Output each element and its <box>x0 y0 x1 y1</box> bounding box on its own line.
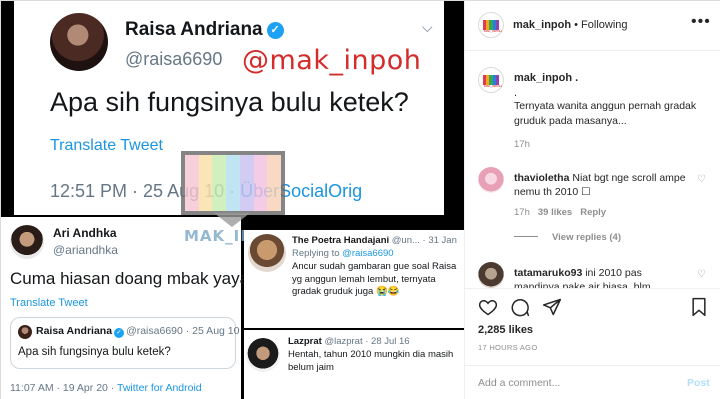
post-actions: 2,285 likes 17 HOURS AGO <box>465 288 720 358</box>
tweet-header: The Poetra Handajani @un... · 31 Jan <box>292 235 457 246</box>
translate-tweet-link: Translate Tweet <box>50 137 163 154</box>
reply-button[interactable]: Reply <box>580 207 606 218</box>
following-button[interactable]: Following <box>581 19 627 31</box>
avatar <box>50 13 108 71</box>
more-options-icon[interactable]: ••• <box>691 13 711 31</box>
tweet-header: Lazprat @lazprat · 28 Jul 16 <box>288 336 410 347</box>
caption-text: Ternyata wanita anggun pernah gradak gru… <box>514 100 697 127</box>
tweet-author-name: Raisa Andriana ✓ <box>125 19 284 41</box>
tweet-text: Apa sih fungsinya bulu ketek? <box>50 87 409 117</box>
tweet-text: Ancur sudah gambaran gue soal Raisa yg a… <box>292 261 457 297</box>
comment-likes[interactable]: 39 likes <box>538 207 572 218</box>
verified-icon: ✓ <box>266 22 284 39</box>
logo-stripe <box>253 155 268 211</box>
tweet-author-name: Ari Andhka <box>53 226 117 240</box>
post-timestamp[interactable]: 17 HOURS AGO <box>478 343 537 352</box>
comment-like-icon[interactable]: ♡ <box>697 174 706 185</box>
tweet-author-handle: @raisa6690 <box>125 49 223 69</box>
heart-icon[interactable] <box>478 297 498 317</box>
logo-stripe <box>226 155 240 211</box>
caption-time[interactable]: 17h <box>514 139 530 150</box>
comment-input[interactable] <box>478 377 668 389</box>
add-comment-bar: Post <box>465 365 720 399</box>
bookmark-icon[interactable] <box>689 297 709 317</box>
quoted-tweet: Raisa Andriana ✓ @raisa6690 · 25 Aug 10 Ap… <box>10 317 240 369</box>
comment-like-icon[interactable]: ♡ <box>697 269 706 280</box>
post-header: MAK_INPOH mak_inpoh • Following ••• <box>465 1 720 51</box>
post-image[interactable]: Raisa Andriana ✓ @raisa6690 ⌵ @mak_inpoh … <box>1 1 464 399</box>
avatar-logo-text: MAK_INPOH <box>484 29 502 33</box>
tweet-card-lazprat: Lazprat @lazprat · 28 Jul 16 Hentah, tah… <box>244 330 464 399</box>
verified-icon: ✓ <box>114 328 125 338</box>
quoted-tweet-header: Raisa Andriana ✓ @raisa6690 · 25 Aug 10 <box>36 325 240 338</box>
logo-pointer <box>214 213 250 227</box>
comment-username[interactable]: tatamaruko93 <box>514 267 582 279</box>
tweet-text: Cuma hiasan doang mbak yaya. <box>10 269 254 288</box>
tweet-author-handle: @ariandhka <box>53 243 118 257</box>
comment: thavioletha Niat bgt nge scroll ampe nem… <box>514 172 686 198</box>
comment-time[interactable]: 17h <box>514 207 530 218</box>
post-modal: Raisa Andriana ✓ @raisa6690 ⌵ @mak_inpoh … <box>0 0 720 399</box>
quoted-tweet-text: Apa sih fungsinya bulu ketek? <box>18 346 171 358</box>
username-link[interactable]: mak_inpoh <box>513 19 571 31</box>
caption-avatar[interactable]: MAK_INPOH <box>478 67 504 93</box>
post-button[interactable]: Post <box>687 377 710 389</box>
avatar <box>248 234 286 272</box>
chevron-down-icon: ⌵ <box>422 19 433 35</box>
likes-count[interactable]: 2,285 likes <box>478 324 533 336</box>
share-icon[interactable] <box>542 297 562 317</box>
translate-tweet-link: Translate Tweet <box>10 297 88 309</box>
tweet-card-poetra: The Poetra Handajani @un... · 31 Jan Rep… <box>244 230 464 328</box>
mak-inpoh-logo-watermark <box>181 151 285 215</box>
post-side-panel: MAK_INPOH mak_inpoh • Following ••• MAK_… <box>464 1 720 399</box>
replying-to: Replying to @raisa6690 <box>292 248 394 259</box>
logo-stripe <box>267 155 282 211</box>
avatar <box>10 225 44 259</box>
tweet-text: Hentah, tahun 2010 mungkin dia masih bel… <box>288 349 454 373</box>
comment-username[interactable]: thavioletha <box>514 172 569 184</box>
view-replies-button[interactable]: View replies (4) <box>514 232 621 243</box>
profile-avatar[interactable]: MAK_INPOH <box>478 12 504 38</box>
avatar <box>18 325 32 339</box>
logo-stripe <box>239 155 254 211</box>
comment-meta: 17h 39 likes Reply <box>514 207 614 218</box>
avatar <box>246 338 280 372</box>
avatar-logo-text: MAK_INPOH <box>484 84 502 88</box>
caption-dot: . <box>514 87 518 99</box>
commenter-avatar[interactable] <box>478 262 504 288</box>
header-username: mak_inpoh • Following <box>513 19 628 31</box>
logo-stripe <box>212 155 227 211</box>
logo-stripe <box>185 155 199 211</box>
logo-stripe <box>198 155 213 211</box>
caption-username[interactable]: mak_inpoh . <box>514 72 578 84</box>
tweet-meta: 11:07 AM · 19 Apr 20 · Twitter for Andro… <box>10 382 202 394</box>
comment-icon[interactable] <box>510 297 530 317</box>
commenter-avatar[interactable] <box>478 167 504 193</box>
watermark-text: @mak_inpoh <box>242 45 422 76</box>
